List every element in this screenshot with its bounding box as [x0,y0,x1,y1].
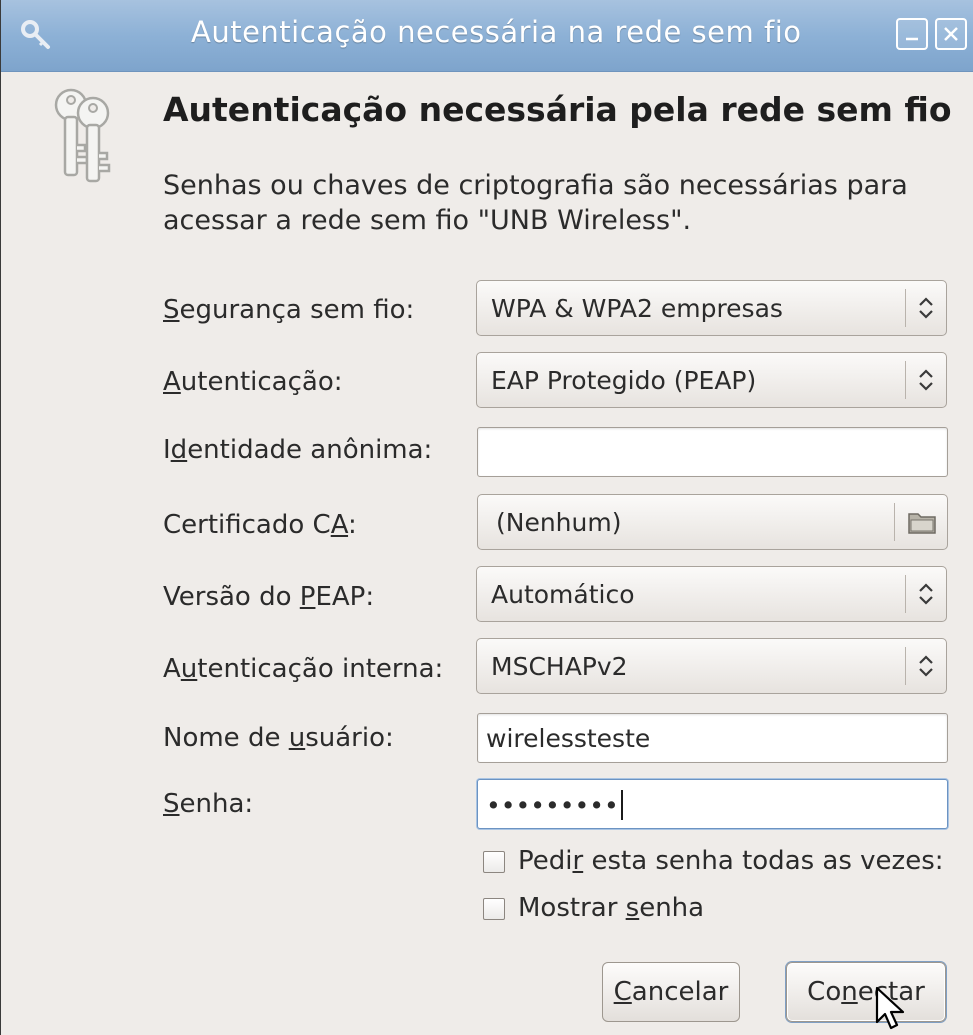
password-field[interactable]: ••••••••• [477,779,948,829]
folder-icon [908,513,936,534]
minimize-icon [906,37,918,41]
combo-separator [905,647,906,685]
username-value: wirelessteste [486,724,651,753]
peap-version-value: Automático [491,580,635,609]
authentication-value: EAP Protegido (PEAP) [491,366,757,395]
peap-version-combo[interactable]: Automático [476,566,947,622]
dialog-content: Autenticação necessária pela rede sem fi… [1,73,973,1035]
close-icon [944,27,958,41]
password-value: ••••••••• [486,790,623,820]
username-field[interactable]: wirelessteste [477,713,948,763]
inner-auth-combo[interactable]: MSCHAPv2 [476,638,947,694]
chevron-up-down-icon [919,583,933,605]
close-button[interactable] [935,18,967,50]
dialog-description: Senhas ou chaves de criptografia são nec… [163,170,908,236]
auth-dialog-window: Autenticação necessária na rede sem fio [0,0,973,1035]
text-caret [620,790,623,820]
security-value: WPA & WPA2 empresas [491,294,783,323]
security-label: Segurança sem fio: [163,295,415,325]
title-bar[interactable]: Autenticação necessária na rede sem fio [1,0,973,72]
connect-button[interactable]: Conectar [786,962,946,1022]
chevron-up-down-icon [919,655,933,677]
window-title: Autenticação necessária na rede sem fio [191,15,802,49]
anonymous-identity-label: Identidade anônima: [163,435,433,465]
inner-auth-value: MSCHAPv2 [491,652,628,681]
authentication-label: Autenticação: [163,367,343,397]
chevron-up-down-icon [919,369,933,391]
username-label: Nome de usuário: [163,723,394,753]
dialog-heading: Autenticação necessária pela rede sem fi… [163,90,952,129]
key-icon [21,20,50,49]
anonymous-identity-field[interactable] [477,427,948,477]
keys-icon [54,88,111,183]
password-label: Senha: [163,789,254,819]
mouse-cursor-icon [875,986,905,1030]
ask-every-time-label: Pedir esta senha todas as vezes: [518,846,944,876]
inner-auth-label: Autenticação interna: [163,654,444,684]
combo-separator [905,575,906,613]
peap-version-label: Versão do PEAP: [163,582,375,612]
checkbox-box[interactable] [483,851,505,873]
ca-certificate-value: (Nenhum) [496,508,622,537]
combo-separator [905,361,906,399]
ca-certificate-chooser[interactable]: (Nenhum) [477,494,948,550]
security-combo[interactable]: WPA & WPA2 empresas [476,280,947,336]
show-password-label: Mostrar senha [518,893,705,923]
checkbox-box[interactable] [483,898,505,920]
chevron-up-down-icon [919,297,933,319]
combo-separator [905,289,906,327]
ca-certificate-label: Certificado CA: [163,510,357,540]
minimize-button[interactable] [896,18,928,50]
cancel-button[interactable]: Cancelar [602,962,740,1022]
chooser-separator [894,503,895,541]
authentication-combo[interactable]: EAP Protegido (PEAP) [476,352,947,408]
